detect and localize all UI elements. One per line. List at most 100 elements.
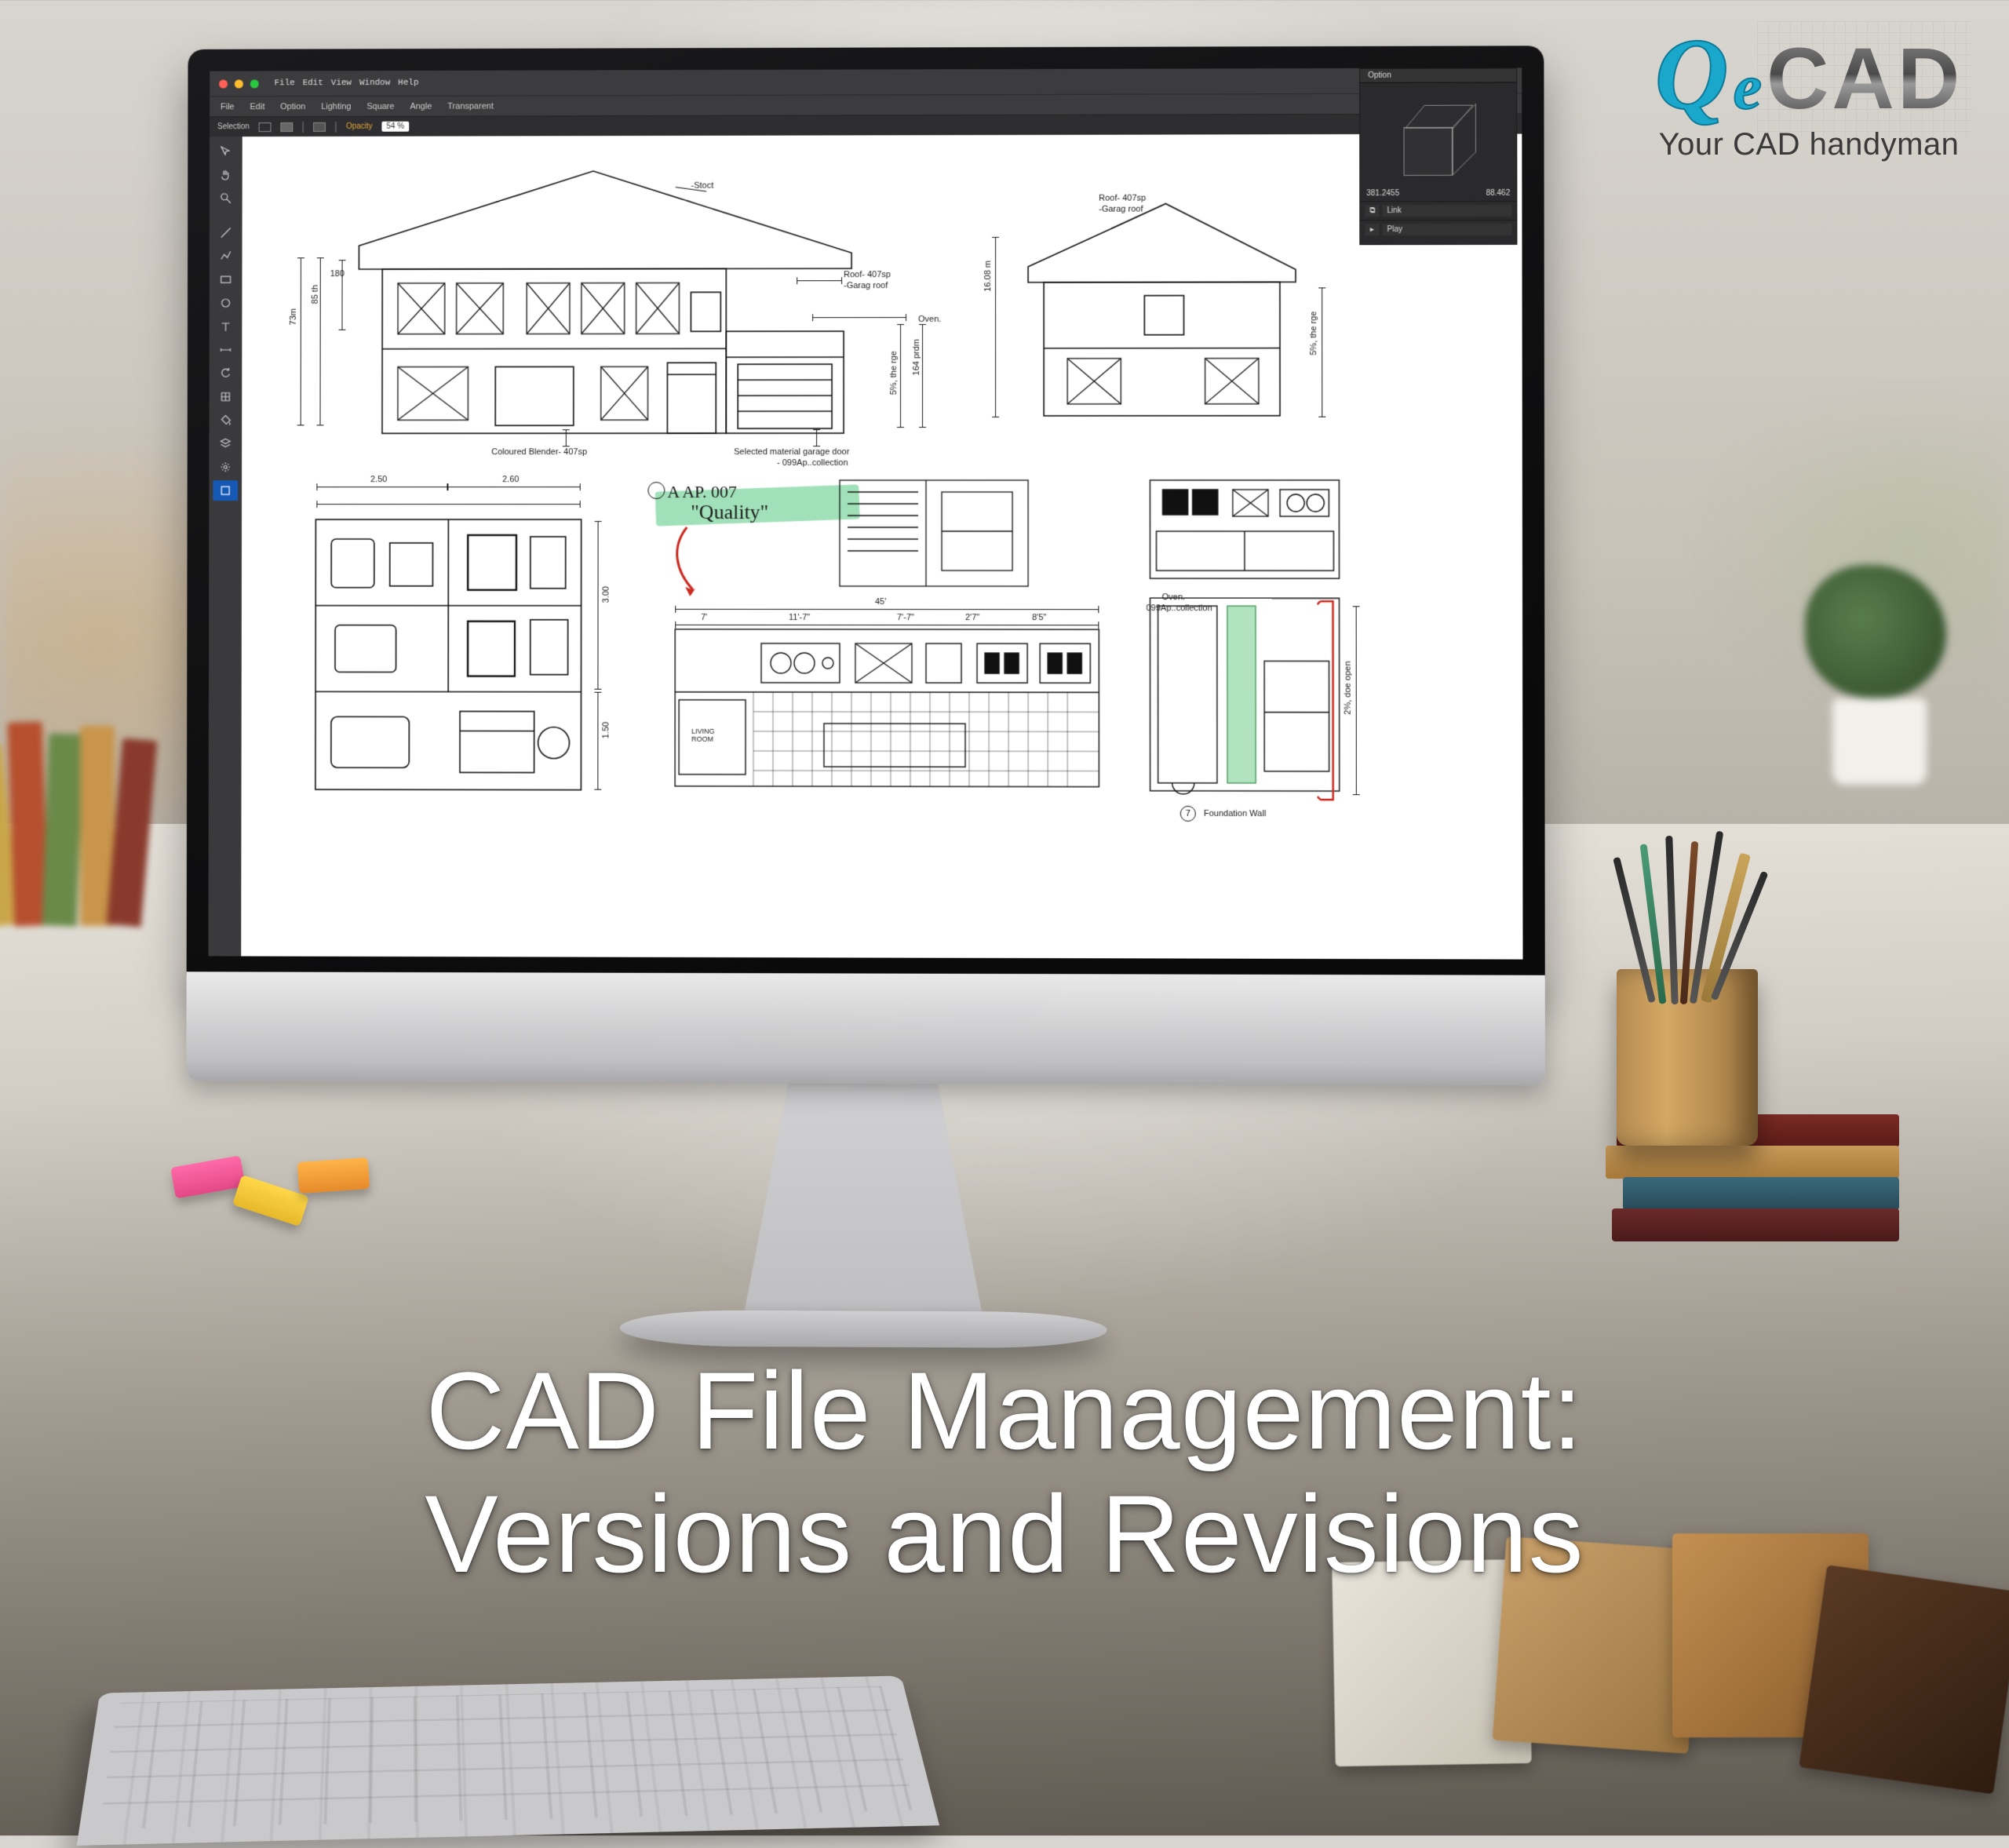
snap-tool-icon[interactable] xyxy=(213,387,239,407)
readout-right: 88.462 xyxy=(1486,189,1511,198)
layers-tool-icon[interactable] xyxy=(213,433,238,454)
annotation-quality: "Quality" xyxy=(691,501,768,524)
dim-250: 2.50 xyxy=(370,475,387,484)
dim-117: 11'-7" xyxy=(789,613,810,622)
app-menu-square[interactable]: Square xyxy=(366,101,394,111)
annotation-ap: A AP. 007 xyxy=(667,482,736,502)
app-menubar: File Edit Option Lighting Square Angle T… xyxy=(210,93,1522,116)
link-icon[interactable]: ⧉ xyxy=(1365,205,1379,217)
window-close-icon[interactable] xyxy=(219,79,228,88)
label-oven: Oven. xyxy=(918,315,941,324)
dim-85: 8'5" xyxy=(1032,613,1046,622)
dim-77: 7'-7" xyxy=(897,613,914,622)
side-elevation-drawing xyxy=(985,181,1323,441)
red-bracket-icon xyxy=(1317,598,1339,803)
opacity-label: Opacity xyxy=(346,122,373,131)
polyline-tool-icon[interactable] xyxy=(213,246,239,266)
foundation-key-icon: 7 xyxy=(1180,806,1196,822)
label-roof-1: Roof- 407sp xyxy=(844,270,891,279)
option-panel[interactable]: Option 381.2455 88.462 ⧉ Link ▸ Pl xyxy=(1359,67,1517,245)
dim-7: 7' xyxy=(701,613,707,622)
headline-line-2: Versions and Revisions xyxy=(0,1473,2009,1596)
door-note-2: - 099Ap..collection xyxy=(777,458,848,468)
side-roof-2: -Garag roof xyxy=(1099,205,1143,214)
app-menu-edit[interactable]: Edit xyxy=(250,102,264,111)
rotate-tool-icon[interactable] xyxy=(213,363,239,384)
app-menu-file[interactable]: File xyxy=(221,102,235,111)
opacity-value[interactable]: 54 % xyxy=(381,122,409,132)
readout-left: 381.2455 xyxy=(1366,189,1399,198)
tool-rail xyxy=(208,137,242,956)
front-elevation-drawing xyxy=(312,151,876,465)
render-note: Coloured Blender- 407sp xyxy=(491,447,587,457)
door-note-1: Selected material garage door xyxy=(734,447,849,457)
living-room-label: LIVING ROOM xyxy=(691,727,714,743)
keyboard xyxy=(77,1675,939,1845)
line-tool-icon[interactable] xyxy=(213,223,239,243)
desktop-monitor: File Edit View Window Help ☁ Tue 4:58 PM… xyxy=(187,46,1545,991)
toolbar-selection-label: Selection xyxy=(217,122,250,131)
app-menu-option[interactable]: Option xyxy=(280,102,305,111)
view-cube-icon[interactable] xyxy=(1403,105,1475,176)
dim-73m: 73m xyxy=(289,308,298,325)
option-3d-view[interactable]: 381.2455 88.462 xyxy=(1360,82,1516,201)
cursor-tool-icon[interactable] xyxy=(213,141,239,162)
dim-side-5: 164 prdm xyxy=(912,339,921,375)
dim-27: 2'7" xyxy=(965,613,979,622)
dim-85th: 85 th xyxy=(311,285,320,304)
dim-45: 45' xyxy=(875,597,886,607)
desk-plant xyxy=(1789,565,1962,785)
option-panel-tab[interactable]: Option xyxy=(1360,68,1516,83)
dim-150: 1.50 xyxy=(601,722,611,738)
mac-menu-view[interactable]: View xyxy=(331,78,352,88)
selection-swatch[interactable] xyxy=(259,122,272,132)
zoom-tool-icon[interactable] xyxy=(213,188,239,209)
dimension-tool-icon[interactable] xyxy=(213,340,239,360)
drawing-canvas[interactable]: -Stoct Roof- 407sp -Garag roof Oven. 73m… xyxy=(241,134,1522,960)
logo-word-cad: CAD xyxy=(1767,29,1963,129)
side-dim-1608: 16.08 m xyxy=(983,261,993,292)
logo-letter-e: e xyxy=(1734,50,1762,124)
text-tool-icon[interactable] xyxy=(213,316,239,337)
floor-plan-drawing xyxy=(272,472,608,826)
settings-tool-icon[interactable] xyxy=(213,457,238,477)
mac-titlebar: File Edit View Window Help ☁ Tue 4:58 PM… xyxy=(210,67,1522,96)
app-menu-angle[interactable]: Angle xyxy=(410,101,432,111)
stair-plan-drawing xyxy=(836,476,1032,594)
dim-side-4: 5%, the rge xyxy=(889,351,899,395)
play-button[interactable]: Play xyxy=(1382,224,1511,235)
annotation-bubble-icon xyxy=(647,482,665,499)
oven-note-sec-2: 099Ap..collection xyxy=(1147,603,1212,613)
orange-eraser xyxy=(297,1157,370,1194)
rectangle-tool-icon[interactable] xyxy=(213,269,239,290)
link-button[interactable]: Link xyxy=(1382,205,1511,217)
play-icon[interactable]: ▸ xyxy=(1365,224,1379,235)
dim-300: 3.00 xyxy=(602,586,611,603)
window-minimize-icon[interactable] xyxy=(235,79,243,88)
app-menu-transparent[interactable]: Transparent xyxy=(447,101,494,111)
circle-tool-icon[interactable] xyxy=(213,293,239,313)
qecad-logo: Q e CAD Your CAD handyman xyxy=(1640,16,1978,162)
app-window: File Edit View Window Help ☁ Tue 4:58 PM… xyxy=(208,67,1522,959)
mac-menu-help[interactable]: Help xyxy=(398,78,418,88)
logo-letter-q: Q xyxy=(1655,16,1729,133)
side-dim-right: 5%, the rge xyxy=(1309,311,1318,355)
side-roof-1: Roof- 407sp xyxy=(1099,194,1146,203)
selection-swatch-2[interactable] xyxy=(281,122,294,132)
bookshelf-blur xyxy=(0,706,173,926)
app-menu-lighting[interactable]: Lighting xyxy=(321,102,351,111)
oven-note-sec: Oven. xyxy=(1162,592,1185,602)
toolbar-swatch-3[interactable] xyxy=(313,122,326,131)
label-roof-2: -Garag roof xyxy=(844,281,888,290)
hand-tool-icon[interactable] xyxy=(213,165,239,185)
side-open-dim: 2%, doe open xyxy=(1344,662,1353,715)
bucket-tool-icon[interactable] xyxy=(213,410,238,431)
pen-cup xyxy=(1593,887,1774,1146)
mac-menu-file[interactable]: File xyxy=(275,78,295,88)
mac-menu-window[interactable]: Window xyxy=(359,78,390,88)
active-tool-icon[interactable] xyxy=(213,480,238,501)
mac-menu-edit[interactable]: Edit xyxy=(303,78,323,88)
window-zoom-icon[interactable] xyxy=(250,79,259,88)
app-toolbar: Selection Opacity 54 % xyxy=(210,114,1522,137)
dim-260: 2.60 xyxy=(502,475,519,484)
